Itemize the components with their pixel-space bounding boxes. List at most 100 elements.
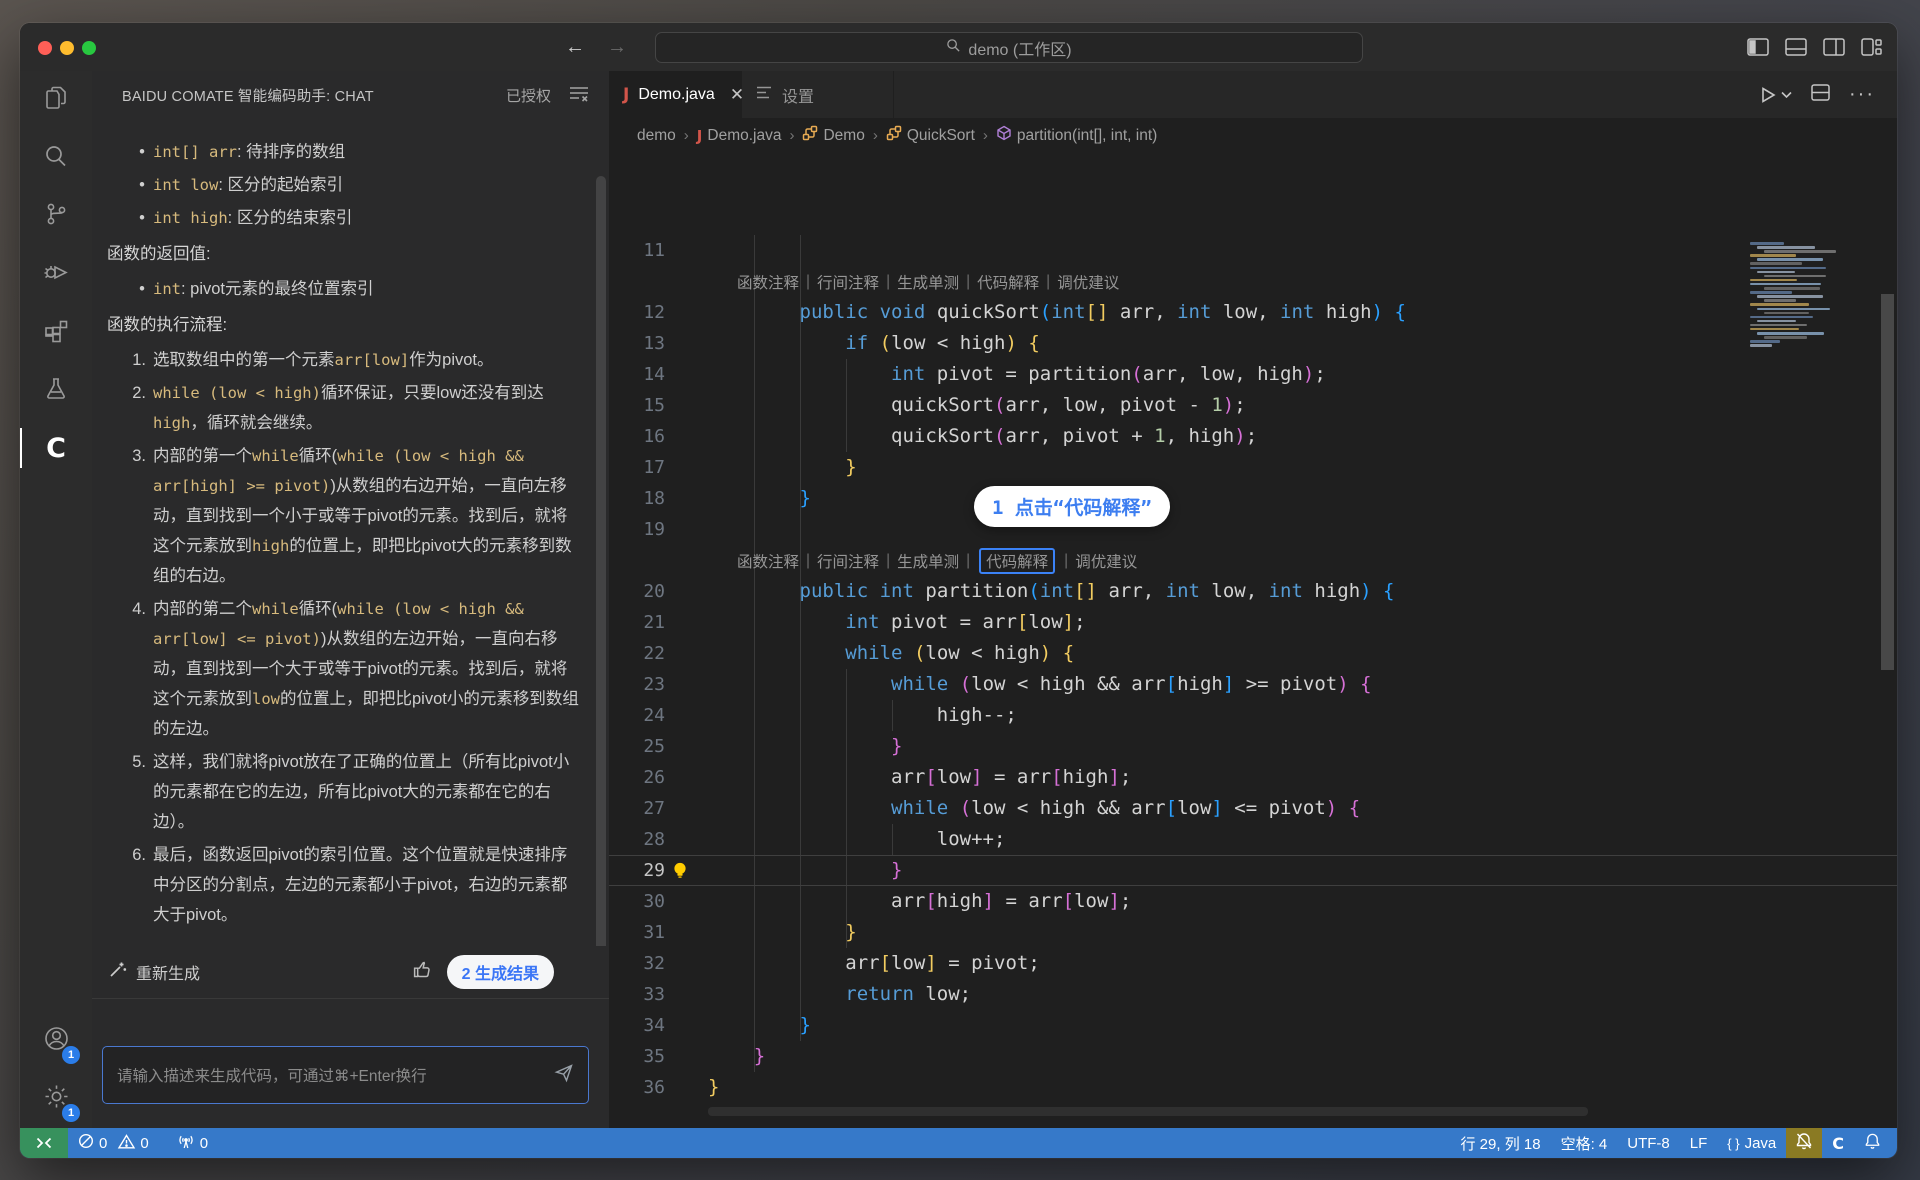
command-center-search[interactable]: demo (工作区) bbox=[655, 32, 1363, 63]
code-line[interactable]: 23 while (low < high && arr[high] >= piv… bbox=[609, 669, 1897, 700]
regenerate-button[interactable]: 重新生成 bbox=[108, 960, 200, 984]
code-line[interactable]: 11 bbox=[609, 235, 1897, 266]
code-line[interactable]: 20 public int partition(int[] arr, int l… bbox=[609, 576, 1897, 607]
notifications-bell[interactable] bbox=[1854, 1128, 1891, 1158]
minimap-line bbox=[1757, 295, 1823, 298]
remote-indicator[interactable] bbox=[20, 1128, 68, 1158]
codelens-action[interactable]: 生成单测 bbox=[897, 271, 959, 293]
toggle-secondary-sidebar-icon[interactable] bbox=[1823, 38, 1845, 56]
minimap-line bbox=[1750, 254, 1796, 257]
code-line[interactable]: 35 } bbox=[609, 1041, 1897, 1072]
codelens-action[interactable]: 生成单测 bbox=[897, 550, 959, 572]
settings-button[interactable]: 1 bbox=[20, 1070, 92, 1128]
do-not-disturb-toggle[interactable] bbox=[1786, 1128, 1822, 1158]
sidebar-item-search[interactable] bbox=[20, 129, 92, 187]
codelens-action[interactable]: 函数注释 bbox=[737, 550, 799, 572]
zoom-window-button[interactable] bbox=[82, 41, 96, 55]
code-text: while (low < high && arr[low] <= pivot) … bbox=[708, 793, 1360, 824]
sidebar-item-explorer[interactable] bbox=[20, 71, 92, 129]
codelens-action[interactable]: 函数注释 bbox=[737, 271, 799, 293]
thumbs-up-icon[interactable] bbox=[412, 959, 433, 985]
eol-status[interactable]: LF bbox=[1680, 1128, 1718, 1158]
code-line[interactable]: 13 if (low < high) { bbox=[609, 328, 1897, 359]
code-line[interactable]: 19 bbox=[609, 514, 1897, 545]
braces-icon: { } bbox=[1727, 1136, 1739, 1151]
codelens-action[interactable]: 调优建议 bbox=[1075, 550, 1137, 572]
close-window-button[interactable] bbox=[38, 41, 52, 55]
sidebar-item-extensions[interactable] bbox=[20, 303, 92, 361]
toggle-primary-sidebar-icon[interactable] bbox=[1747, 38, 1769, 56]
codelens-action[interactable]: 代码解释 bbox=[977, 271, 1039, 293]
more-actions-icon[interactable]: ··· bbox=[1849, 83, 1875, 106]
chat-input[interactable]: 请输入描述来生成代码，可通过⌘+Enter换行 bbox=[102, 1046, 589, 1104]
forward-icon[interactable]: → bbox=[607, 36, 627, 59]
indentation-status[interactable]: 空格: 4 bbox=[1551, 1128, 1618, 1158]
ports-status[interactable]: 0 bbox=[167, 1128, 218, 1158]
minimap[interactable] bbox=[1750, 242, 1859, 348]
result-count-badge[interactable]: 2 生成结果 bbox=[447, 955, 554, 989]
code-line[interactable]: 24 high--; bbox=[609, 700, 1897, 731]
code-line[interactable]: 25 } bbox=[609, 731, 1897, 762]
send-icon[interactable] bbox=[554, 1063, 574, 1088]
tab-settings[interactable]: 设置 bbox=[742, 71, 894, 118]
auth-status-label[interactable]: 已授权 bbox=[506, 85, 551, 106]
lightbulb-icon[interactable] bbox=[671, 861, 689, 884]
breadcrumb-file[interactable]: J Demo.java bbox=[697, 127, 782, 145]
breadcrumb-class-demo[interactable]: Demo bbox=[802, 125, 864, 146]
code-line[interactable]: 36} bbox=[609, 1072, 1897, 1103]
customize-layout-icon[interactable] bbox=[1861, 38, 1883, 56]
gutter bbox=[665, 1072, 708, 1103]
code-line[interactable]: 16 quickSort(arr, pivot + 1, high); bbox=[609, 421, 1897, 452]
editor-vertical-scrollbar[interactable] bbox=[1881, 294, 1894, 670]
line-number: 15 bbox=[609, 395, 665, 416]
split-editor-icon[interactable] bbox=[1811, 84, 1830, 106]
code-line[interactable]: 21 int pivot = arr[low]; bbox=[609, 607, 1897, 638]
chat-scrollbar[interactable] bbox=[596, 176, 606, 946]
code-line[interactable]: 27 while (low < high && arr[low] <= pivo… bbox=[609, 793, 1897, 824]
codelens-action[interactable]: 调优建议 bbox=[1057, 271, 1119, 293]
comate-status[interactable]: C bbox=[1822, 1128, 1854, 1158]
breadcrumb-folder[interactable]: demo bbox=[637, 127, 676, 145]
code-line[interactable]: 34 } bbox=[609, 1010, 1897, 1041]
code-line[interactable]: 32 arr[low] = pivot; bbox=[609, 948, 1897, 979]
code-line[interactable]: 15 quickSort(arr, low, pivot - 1); bbox=[609, 390, 1897, 421]
back-icon[interactable]: ← bbox=[565, 36, 585, 59]
code-line[interactable]: 30 arr[high] = arr[low]; bbox=[609, 886, 1897, 917]
minimize-window-button[interactable] bbox=[60, 41, 74, 55]
accounts-button[interactable]: 1 bbox=[20, 1012, 92, 1070]
codelens-separator: | bbox=[879, 273, 897, 291]
tab-demo-java[interactable]: J Demo.java ✕ bbox=[609, 71, 742, 118]
code-line[interactable]: 31 } bbox=[609, 917, 1897, 948]
language-mode[interactable]: { } Java bbox=[1717, 1128, 1786, 1158]
code-line[interactable]: 28 low++; bbox=[609, 824, 1897, 855]
code-line[interactable]: 12 public void quickSort(int[] arr, int … bbox=[609, 297, 1897, 328]
encoding-status[interactable]: UTF-8 bbox=[1617, 1128, 1680, 1158]
cursor-position[interactable]: 行 29, 列 18 bbox=[1451, 1128, 1551, 1158]
code-line[interactable]: 17 } bbox=[609, 452, 1897, 483]
code-editor[interactable]: 11函数注释|行间注释|生成单测|代码解释|调优建议12 public void… bbox=[609, 153, 1897, 1128]
codelens-action[interactable]: 行间注释 bbox=[817, 271, 879, 293]
editor-horizontal-scrollbar[interactable] bbox=[708, 1107, 1588, 1116]
wand-icon bbox=[108, 960, 127, 984]
breadcrumb-class-quicksort[interactable]: QuickSort bbox=[886, 125, 975, 146]
sidebar-item-run-debug[interactable] bbox=[20, 245, 92, 303]
clear-chat-icon[interactable] bbox=[569, 86, 589, 106]
sidebar-item-testing[interactable] bbox=[20, 361, 92, 419]
sidebar-item-source-control[interactable] bbox=[20, 187, 92, 245]
class-symbol-icon bbox=[802, 125, 818, 146]
chat-numbered-item: 3.内部的第一个while循环(while (low < high && arr… bbox=[107, 441, 579, 591]
breadcrumb-method-partition[interactable]: partition(int[], int, int) bbox=[996, 125, 1157, 146]
code-line[interactable]: 14 int pivot = partition(arr, low, high)… bbox=[609, 359, 1897, 390]
chat-numbered-item: 1.选取数组中的第一个元素arr[low]作为pivot。 bbox=[107, 345, 579, 375]
toggle-panel-icon[interactable] bbox=[1785, 38, 1807, 56]
code-line[interactable]: 33 return low; bbox=[609, 979, 1897, 1010]
code-line[interactable]: 18 } bbox=[609, 483, 1897, 514]
code-line[interactable]: 29 } bbox=[609, 855, 1897, 886]
code-line[interactable]: 26 arr[low] = arr[high]; bbox=[609, 762, 1897, 793]
code-line[interactable]: 22 while (low < high) { bbox=[609, 638, 1897, 669]
problems-status[interactable]: 0 0 bbox=[68, 1128, 159, 1158]
run-button[interactable] bbox=[1759, 86, 1792, 104]
codelens-action[interactable]: 行间注释 bbox=[817, 550, 879, 572]
codelens-action-highlighted[interactable]: 代码解释 bbox=[979, 548, 1055, 574]
sidebar-item-comate[interactable]: C bbox=[20, 419, 92, 477]
